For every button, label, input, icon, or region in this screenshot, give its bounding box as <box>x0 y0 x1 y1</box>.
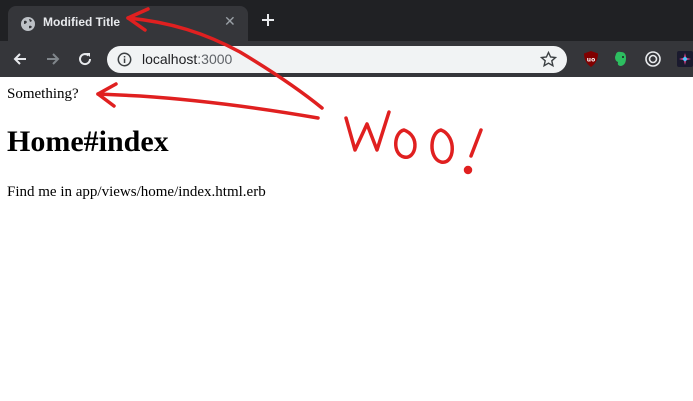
info-icon[interactable] <box>117 52 132 67</box>
reload-icon[interactable] <box>76 50 94 68</box>
browser-chrome: Modified Title ✕ localhost:3000 uo <box>0 0 693 77</box>
address-bar[interactable]: localhost:3000 <box>107 46 567 73</box>
star-icon[interactable] <box>540 51 557 68</box>
plus-icon[interactable] <box>259 11 277 29</box>
tab-active[interactable]: Modified Title ✕ <box>8 6 248 41</box>
globe-icon <box>21 17 35 31</box>
forward-arrow-icon[interactable] <box>44 50 62 68</box>
back-arrow-icon[interactable] <box>11 50 29 68</box>
tab-strip: Modified Title ✕ <box>0 0 693 41</box>
ublock-extension-icon[interactable]: uo <box>582 50 600 68</box>
colorful-extension-icon[interactable] <box>676 50 693 68</box>
svg-text:uo: uo <box>587 57 595 64</box>
url-port: :3000 <box>197 51 233 67</box>
toolbar: localhost:3000 uo <box>0 41 693 77</box>
something-text: Something? <box>7 86 79 102</box>
target-extension-icon[interactable] <box>644 50 662 68</box>
url-host: localhost <box>142 51 198 67</box>
close-icon[interactable]: ✕ <box>224 14 236 30</box>
find-me-text: Find me in app/views/home/index.html.erb <box>7 184 266 200</box>
evernote-extension-icon[interactable] <box>612 50 630 68</box>
tab-title: Modified Title <box>43 15 121 29</box>
page-content: Something? Home#index Find me in app/vie… <box>0 77 693 401</box>
page-heading: Home#index <box>7 125 169 158</box>
url-text[interactable]: localhost:3000 <box>142 51 232 67</box>
